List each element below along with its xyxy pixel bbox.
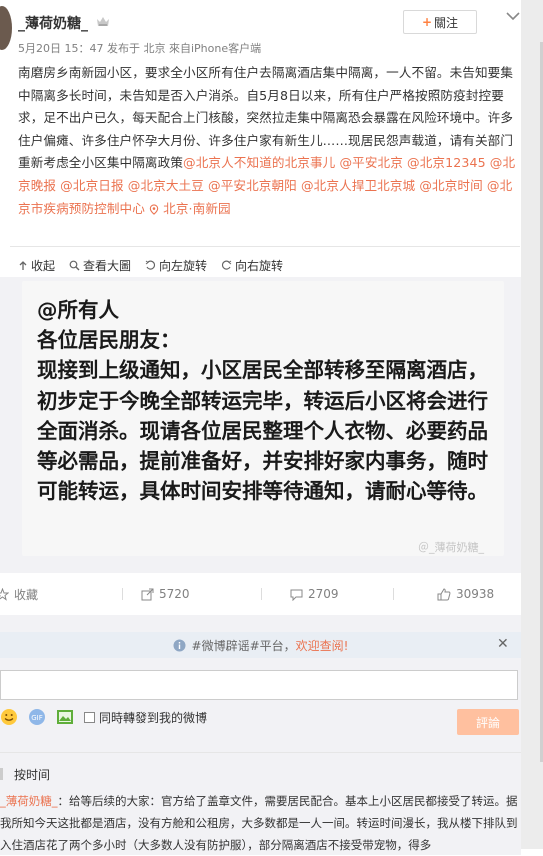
notice-screenshot: @所有人 各位居民朋友： 现接到上级通知，小区居民全部转移至隔离酒店，初步定于今… <box>22 281 504 556</box>
like-button[interactable]: 30938 <box>437 587 494 601</box>
rotate-left-button[interactable]: 向左旋转 <box>145 257 207 274</box>
star-icon <box>0 587 9 601</box>
svg-text:GIF: GIF <box>31 714 43 722</box>
notice-line-2: 各位居民朋友： <box>37 328 181 353</box>
author-name[interactable]: _薄荷奶糖_ <box>18 13 88 33</box>
view-large-label: 查看大圖 <box>83 259 132 273</box>
comment-tools: GIF 同時轉發到我的微博 <box>0 708 207 726</box>
divider <box>10 246 520 247</box>
repost-checkbox[interactable] <box>84 711 95 723</box>
repost-button[interactable]: 5720 <box>141 587 190 601</box>
collapse-arrow-icon <box>19 260 27 270</box>
tip-prefix: #微博辟谣#平台， <box>191 638 296 653</box>
view-large-button[interactable]: 查看大圖 <box>69 257 131 274</box>
rotate-left-label: 向左旋转 <box>159 259 208 273</box>
post-body: 南磨房乡南新园小区，要求全小区所有住户去隔离酒店集中隔离，一人不留。未告知要集中… <box>18 62 518 220</box>
author-avatar[interactable] <box>0 6 12 50</box>
action-bar: 收藏 5720 2709 30938 <box>0 579 521 609</box>
post-image[interactable]: @所有人 各位居民朋友： 现接到上级通知，小区居民全部转移至隔离酒店，初步定于今… <box>0 277 521 573</box>
follow-label: 關注 <box>434 15 459 30</box>
action-separator <box>261 588 262 600</box>
comment-input[interactable] <box>0 670 518 700</box>
rumor-tip-banner[interactable]: #微博辟谣#平台， 欢迎查阅! <box>0 632 521 658</box>
notice-line-1: @所有人 <box>37 298 119 322</box>
comment-icon <box>290 589 303 601</box>
chevron-down-icon[interactable] <box>503 8 523 24</box>
like-count: 30938 <box>456 587 495 601</box>
repost-icon <box>141 588 154 600</box>
image-upload-icon[interactable] <box>56 709 74 725</box>
post-meta: 5月20日 15：47 发布于 北京 來自iPhone客户端 <box>18 42 262 55</box>
post-location[interactable]: 北京·南新园 <box>163 201 231 216</box>
location-pin-icon <box>149 203 159 215</box>
comment-item: _薄荷奶糖_：给等后续的大家：官方给了盖章文件，需要居民配合。基本上小区居民都接… <box>0 790 521 856</box>
collapse-label: 收起 <box>31 259 56 273</box>
comment-count: 2709 <box>308 587 339 601</box>
magnify-icon <box>69 260 80 271</box>
info-icon <box>173 639 186 651</box>
repost-count: 5720 <box>159 587 190 601</box>
gif-icon[interactable]: GIF <box>28 708 46 726</box>
repost-checkbox-label: 同時轉發到我的微博 <box>99 710 208 725</box>
submit-comment-button[interactable]: 評論 <box>457 709 519 735</box>
image-toolbar: 收起 查看大圖 向左旋转 向右旋转 <box>18 257 297 274</box>
rotate-right-button[interactable]: 向右旋转 <box>221 257 283 274</box>
comment-author[interactable]: _薄荷奶糖_ <box>0 794 58 808</box>
rotate-left-icon <box>145 260 156 270</box>
thumbs-up-icon <box>437 587 451 600</box>
rotate-right-label: 向右旋转 <box>235 259 284 273</box>
sort-by-time[interactable]: 按时间 <box>14 766 50 783</box>
action-separator <box>393 588 394 600</box>
image-watermark: ＠_薄荷奶糖_ <box>418 541 484 554</box>
notice-body: 现接到上级通知，小区居民全部转移至隔离酒店，初步定于今晚全部转运完毕，转运后小区… <box>37 358 488 504</box>
comment-button[interactable]: 2709 <box>290 587 339 601</box>
sort-indicator <box>0 768 3 780</box>
favorite-label: 收藏 <box>14 587 39 602</box>
collapse-button[interactable]: 收起 <box>18 257 55 274</box>
notice-text: @所有人 各位居民朋友： 现接到上级通知，小区居民全部转移至隔离酒店，初步定于今… <box>37 295 497 506</box>
member-crown-icon <box>97 17 109 26</box>
comment-text: ：给等后续的大家：官方给了盖章文件，需要居民配合。基本上小区居民都接受了转运。据… <box>0 794 518 852</box>
rotate-right-icon <box>222 260 232 270</box>
plus-icon: + <box>421 15 433 29</box>
favorite-button[interactable]: 收藏 <box>0 586 38 603</box>
action-separator <box>122 588 123 600</box>
emoji-icon[interactable] <box>0 708 18 726</box>
tip-link[interactable]: 欢迎查阅! <box>296 637 349 654</box>
follow-button[interactable]: + 關注 <box>403 10 477 34</box>
divider <box>0 752 521 753</box>
close-icon[interactable]: ✕ <box>497 636 509 652</box>
